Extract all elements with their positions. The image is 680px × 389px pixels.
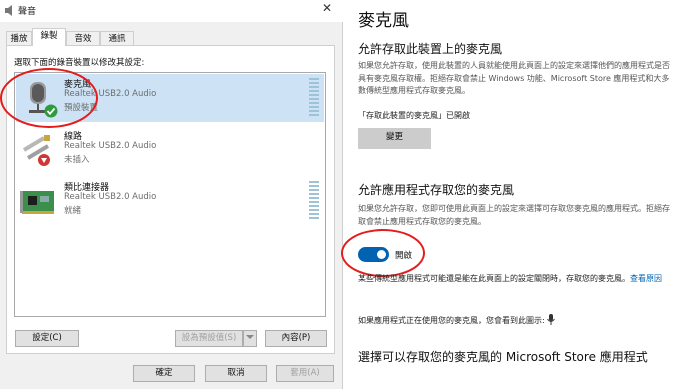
ok-button[interactable]: 確定: [133, 365, 195, 382]
device-access-heading: 允許存取此裝置上的麥克風: [358, 42, 503, 56]
desktop-apps-note: 某些傳統型應用程式可能還是能在此頁面上的設定關閉時，存取您的麥克風。查看原因: [358, 273, 670, 286]
device-list-instruction: 選取下面的錄音裝置以修改其設定:: [14, 58, 145, 68]
configure-button[interactable]: 設定(C): [15, 330, 79, 347]
dialog-titlebar: 聲音 ✕: [0, 0, 343, 22]
line-in-plug-icon: [22, 135, 50, 166]
speaker-icon: [5, 5, 12, 16]
microphone-in-use-icon: [547, 314, 556, 325]
store-apps-heading: 選擇可以存取您的麥克風的 Microsoft Store 應用程式: [358, 350, 648, 364]
tab-playback[interactable]: 播放: [6, 31, 32, 45]
settings-page: 麥克風 允許存取此裝置上的麥克風 如果您允許存取，使用此裝置的人員就能使用此頁面…: [341, 0, 680, 389]
highlight-circle-toggle: [341, 229, 425, 277]
apply-button[interactable]: 套用(A): [276, 365, 334, 382]
app-access-description: 如果您允許存取，您即可使用此頁面上的設定來選擇可存取您麥克風的應用程式。拒絕存取…: [358, 204, 670, 226]
level-meter: [309, 181, 319, 221]
device-access-status: 「存取此裝置的麥克風」已開啟: [358, 111, 470, 120]
cancel-button[interactable]: 取消: [205, 365, 267, 382]
sound-dialog: 聲音 ✕ 播放 錄製 音效 通訊 選取下面的錄音裝置以修改其設定: 麥克風 Re…: [0, 0, 343, 389]
device-driver: Realtek USB2.0 Audio: [64, 192, 157, 202]
device-status: 就緒: [64, 206, 82, 216]
sound-card-icon: [20, 191, 54, 214]
change-button[interactable]: 變更: [358, 128, 431, 149]
device-access-description: 如果您允許存取，使用此裝置的人員就能使用此頁面上的設定來選擇他們的應用程式是否具…: [358, 61, 670, 95]
set-default-dropdown[interactable]: [243, 330, 257, 347]
app-access-heading: 允許應用程式存取您的麥克風: [358, 183, 515, 197]
see-why-link[interactable]: 查看原因: [630, 274, 662, 283]
desktop-apps-note-text: 某些傳統型應用程式可能還是能在此頁面上的設定關閉時，存取您的麥克風。: [358, 274, 630, 283]
level-meter: [309, 78, 319, 118]
device-status: 未插入: [64, 155, 90, 165]
properties-button[interactable]: 內容(P): [265, 330, 327, 347]
in-use-text: 如果應用程式正在使用您的麥克風，您會看到此圖示:: [358, 316, 545, 325]
tab-communications[interactable]: 通訊: [100, 31, 134, 45]
list-item-analog-connector[interactable]: 類比連接器 Realtek USB2.0 Audio 就緒: [16, 177, 324, 225]
set-default-button[interactable]: 設為預設值(S): [175, 330, 243, 347]
close-icon[interactable]: ✕: [322, 1, 332, 15]
device-driver: Realtek USB2.0 Audio: [64, 141, 157, 151]
dialog-title: 聲音: [18, 7, 37, 17]
tab-recording[interactable]: 錄製: [32, 28, 66, 46]
tab-sounds[interactable]: 音效: [66, 31, 100, 45]
page-title: 麥克風: [358, 11, 409, 31]
highlight-circle-microphone: [0, 68, 98, 128]
in-use-note: 如果應用程式正在使用您的麥克風，您會看到此圖示:: [358, 314, 556, 328]
list-item-line-in[interactable]: 線路 Realtek USB2.0 Audio 未插入: [16, 126, 324, 174]
chevron-down-icon: [246, 335, 254, 339]
